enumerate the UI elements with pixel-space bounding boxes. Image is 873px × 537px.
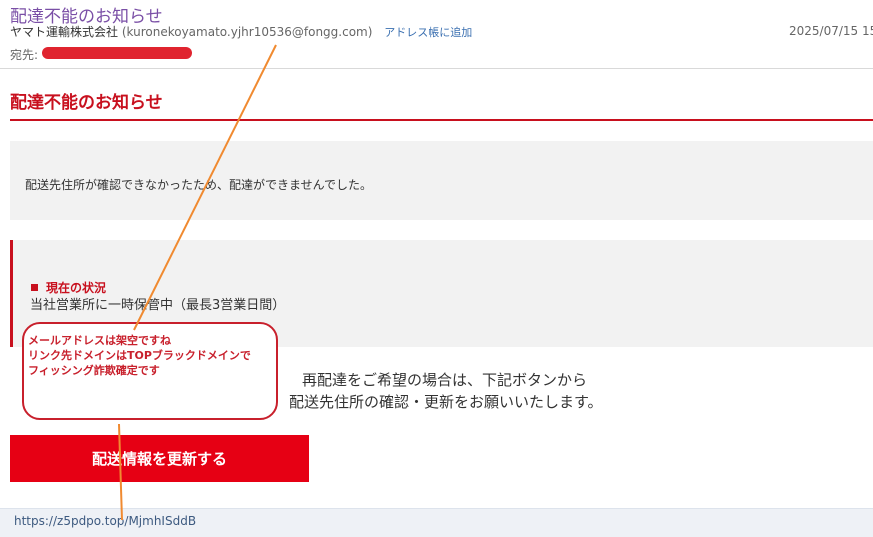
mail-title: 配達不能のお知らせ [10,93,163,113]
status-text: 当社営業所に一時保管中（最長3営業日間） [30,298,286,313]
update-delivery-info-button[interactable]: 配送情報を更新する [10,435,309,482]
status-heading-label: 現在の状況 [46,281,107,295]
annotation-line: リンク先ドメインはTOPブラックドメインで [28,349,251,362]
redeliver-text-line2: 配送先住所の確認・更新をお願いいたします。 [289,393,603,411]
sender-name: ヤマト運輸株式会社 [10,25,119,39]
annotation-line: メールアドレスは架空ですね [28,334,171,347]
recipient-label: 宛先: [10,48,39,62]
link-url-preview: https://z5pdpo.top/MjmhISddB [14,514,197,528]
sender-address: (kuronekoyamato.yjhr10536@fongg.com) [121,25,373,39]
redaction-mark [42,47,192,59]
email-date: 2025/07/15 15 [789,24,873,38]
notice-text: 配送先住所が確認できなかったため、配達ができませんでした。 [25,178,373,192]
header-divider [0,68,873,69]
add-to-address-book-link[interactable]: アドレス帳に追加 [384,26,472,39]
title-divider [10,119,873,121]
annotation-text: メールアドレスは架空ですね リンク先ドメインはTOPブラックドメインで フィッシ… [28,333,251,378]
square-bullet-icon [31,284,38,291]
annotation-line: フィッシング詐欺確定です [28,364,160,377]
redeliver-text-line1: 再配達をご希望の場合は、下記ボタンから [302,371,588,389]
sender-row: ヤマト運輸株式会社 (kuronekoyamato.yjhr10536@fong… [10,23,472,40]
